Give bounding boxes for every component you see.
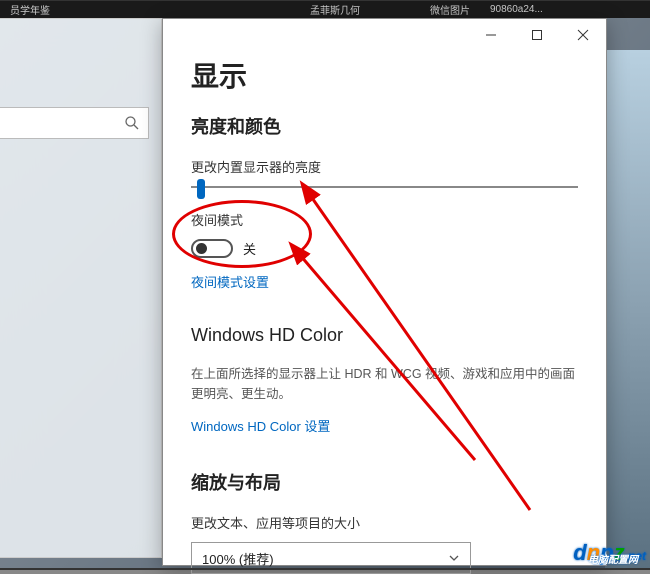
settings-window: 显示 亮度和颜色 更改内置显示器的亮度 夜间模式 关 夜间模式设置 Window… xyxy=(162,18,607,566)
dropdown-value: 100% (推荐) xyxy=(202,549,274,568)
night-mode-settings-link[interactable]: 夜间模式设置 xyxy=(191,272,269,291)
search-input[interactable] xyxy=(0,107,149,139)
frame-border xyxy=(0,0,650,1)
night-mode-toggle[interactable] xyxy=(191,239,233,258)
content-area: 显示 亮度和颜色 更改内置显示器的亮度 夜间模式 关 夜间模式设置 Window… xyxy=(163,51,606,574)
taskbar: 员学年鉴 孟菲斯几何 微信图片 90860a24... xyxy=(0,0,650,18)
watermark-sub: 电脑配置网 xyxy=(588,551,638,566)
titlebar xyxy=(163,19,606,51)
slider-thumb[interactable] xyxy=(197,179,205,199)
settings-sidebar xyxy=(0,18,162,558)
taskbar-item: 孟菲斯几何 xyxy=(310,2,360,17)
minimize-button[interactable] xyxy=(468,19,514,51)
section-scale-title: 缩放与布局 xyxy=(191,469,578,495)
taskbar-item: 90860a24... xyxy=(490,4,543,15)
hdcolor-settings-link[interactable]: Windows HD Color 设置 xyxy=(191,416,330,435)
taskbar-item: 员学年鉴 xyxy=(10,2,50,17)
section-hdcolor-title: Windows HD Color xyxy=(191,325,578,346)
night-mode-label: 夜间模式 xyxy=(191,210,578,229)
search-icon xyxy=(124,115,140,131)
brightness-slider-label: 更改内置显示器的亮度 xyxy=(191,157,578,176)
watermark-logo: dnpz.net 电脑配置网 xyxy=(573,540,646,566)
scale-dropdown-label: 更改文本、应用等项目的大小 xyxy=(191,513,578,532)
section-brightness-title: 亮度和颜色 xyxy=(191,113,578,139)
hdcolor-description: 在上面所选择的显示器上让 HDR 和 WCG 视频、游戏和应用中的画面更明亮、更… xyxy=(191,364,578,404)
page-title: 显示 xyxy=(191,55,578,95)
toggle-knob xyxy=(196,243,207,254)
maximize-button[interactable] xyxy=(514,19,560,51)
taskbar-item: 微信图片 xyxy=(430,2,470,17)
close-button[interactable] xyxy=(560,19,606,51)
chevron-down-icon xyxy=(448,552,460,564)
toggle-state-label: 关 xyxy=(243,239,256,258)
brightness-slider[interactable] xyxy=(191,186,578,188)
